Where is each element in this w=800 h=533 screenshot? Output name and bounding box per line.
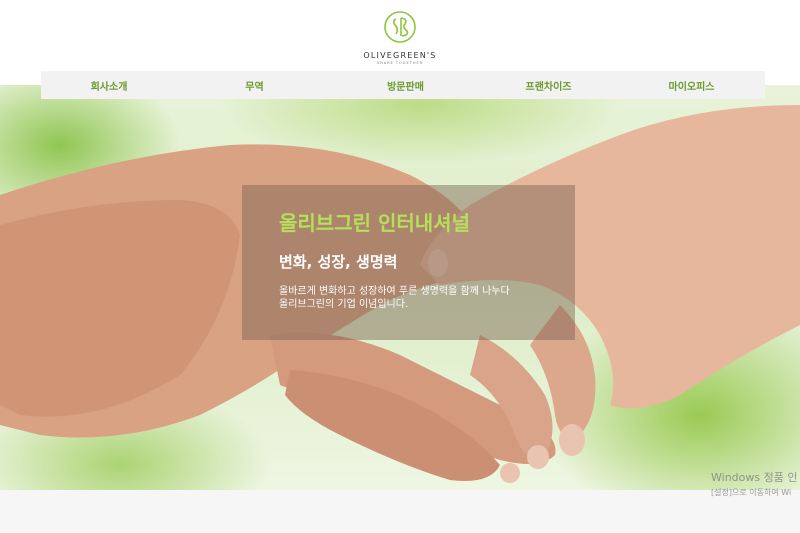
logo[interactable]: OLIVEGREEN'S SHARE TOGETHER	[355, 10, 445, 65]
nav-item-my-office[interactable]: 마이오피스	[618, 78, 765, 93]
hero-description-line-1: 올바르게 변화하고 성장하여 푸른 생명력을 함께 나누다	[279, 286, 510, 297]
logo-tagline: SHARE TOGETHER	[376, 61, 424, 65]
logo-name: OLIVEGREEN'S	[363, 51, 437, 60]
hero-description-line-2: 올리브그린의 기업 이념입니다.	[279, 299, 409, 310]
nav-item-trade[interactable]: 무역	[177, 78, 332, 93]
watermark-line-2: [설정]으로 이동하여 Wi	[711, 488, 792, 497]
main-nav: 회사소개 무역 방문판매 프랜차이즈 마이오피스	[41, 71, 765, 99]
hero-subtitle: 변화, 성장, 생명력	[279, 253, 398, 271]
watermark-line-1: Windows 정품 인	[711, 471, 798, 484]
nav-item-door-sales[interactable]: 방문판매	[332, 78, 479, 93]
nav-item-franchise[interactable]: 프랜차이즈	[479, 78, 618, 93]
nav-item-company[interactable]: 회사소개	[41, 78, 177, 93]
windows-activation-watermark: Windows 정품 인 [설정]으로 이동하여 Wi	[711, 469, 797, 498]
hero-banner: 올리브그린 인터내셔널 변화, 성장, 생명력 올바르게 변화하고 성장하여 푸…	[0, 85, 800, 490]
hero-text-box: 올리브그린 인터내셔널 변화, 성장, 생명력 올바르게 변화하고 성장하여 푸…	[242, 185, 575, 340]
hero-description: 올바르게 변화하고 성장하여 푸른 생명력을 함께 나누다 올리브그린의 기업 …	[279, 285, 510, 311]
footer-strip	[0, 490, 800, 533]
hero-title: 올리브그린 인터내셔널	[279, 211, 470, 235]
logo-mark-icon	[384, 11, 416, 43]
